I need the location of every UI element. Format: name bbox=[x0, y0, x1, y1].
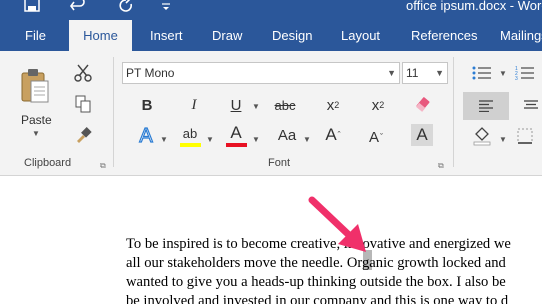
font-color-swatch bbox=[226, 143, 247, 147]
text-effects-button[interactable]: A bbox=[136, 124, 156, 148]
font-size-value: 11 bbox=[406, 66, 419, 80]
tab-references[interactable]: References bbox=[411, 20, 477, 51]
bullets-dropdown-icon[interactable]: ▼ bbox=[499, 69, 507, 78]
grow-font-button[interactable]: Aˆ bbox=[323, 125, 343, 145]
change-case-button[interactable]: Aa bbox=[275, 125, 299, 145]
superscript-label: x bbox=[371, 96, 380, 114]
paste-icon[interactable] bbox=[15, 61, 55, 111]
ribbon: Paste ▼ Clipboard ⧉ PT Mono ▼ 11 ▼ B I U… bbox=[0, 51, 542, 176]
pointer-arrow-icon bbox=[308, 196, 366, 252]
chevron-down-icon: ▼ bbox=[435, 68, 444, 78]
clipboard-group-label: Clipboard bbox=[24, 157, 72, 169]
undo-icon[interactable] bbox=[70, 0, 86, 15]
paste-dropdown-icon[interactable]: ▼ bbox=[32, 129, 40, 138]
font-family-select[interactable]: PT Mono ▼ bbox=[122, 62, 400, 84]
save-icon[interactable] bbox=[24, 0, 40, 15]
align-center-icon[interactable] bbox=[520, 98, 542, 114]
bullets-icon[interactable] bbox=[471, 65, 493, 81]
tab-file[interactable]: File bbox=[25, 20, 46, 51]
numbering-icon[interactable]: 1 2 3 bbox=[514, 65, 536, 81]
document-line[interactable]: wanted to give you a heads-up thinking o… bbox=[126, 274, 506, 291]
shading-icon[interactable] bbox=[470, 125, 494, 147]
group-divider bbox=[453, 57, 454, 167]
subscript-label: x bbox=[326, 96, 335, 114]
copy-icon[interactable] bbox=[72, 94, 94, 114]
underline-dropdown-icon[interactable]: ▼ bbox=[252, 102, 260, 111]
superscript-button[interactable]: x2 bbox=[367, 95, 389, 115]
font-dialog-launcher-icon[interactable]: ⧉ bbox=[438, 161, 444, 171]
redo-icon[interactable] bbox=[118, 0, 134, 15]
underline-button[interactable]: U bbox=[228, 95, 244, 115]
format-painter-icon[interactable] bbox=[72, 125, 94, 145]
highlight-color-swatch bbox=[180, 143, 201, 147]
subscript-button[interactable]: x2 bbox=[322, 95, 344, 115]
tab-home[interactable]: Home bbox=[69, 20, 132, 51]
document-title: office ipsum.docx - Word bbox=[406, 0, 542, 13]
superscript-digit: 2 bbox=[379, 100, 385, 110]
tab-design[interactable]: Design bbox=[272, 20, 312, 51]
ribbon-tabs: File Home Insert Draw Design Layout Refe… bbox=[0, 20, 542, 51]
font-size-select[interactable]: 11 ▼ bbox=[402, 62, 448, 84]
cut-icon[interactable] bbox=[72, 63, 94, 83]
subscript-digit: 2 bbox=[334, 100, 340, 110]
font-family-value: PT Mono bbox=[126, 66, 175, 80]
strikethrough-button[interactable]: abc bbox=[272, 95, 298, 115]
italic-button[interactable]: I bbox=[186, 95, 202, 115]
font-group-label: Font bbox=[268, 157, 291, 169]
chevron-down-icon: ▼ bbox=[387, 68, 396, 78]
tab-draw[interactable]: Draw bbox=[212, 20, 242, 51]
character-shading-button[interactable]: A bbox=[411, 124, 433, 146]
shading-dropdown-icon[interactable]: ▼ bbox=[499, 135, 507, 144]
document-line[interactable]: be involved and invested in our company … bbox=[126, 293, 508, 304]
tab-insert[interactable]: Insert bbox=[150, 20, 183, 51]
clipboard-dialog-launcher-icon[interactable]: ⧉ bbox=[100, 161, 106, 171]
shrink-font-button[interactable]: Aˇ bbox=[366, 127, 386, 147]
text-effects-dropdown-icon[interactable]: ▼ bbox=[160, 135, 168, 144]
highlight-dropdown-icon[interactable]: ▼ bbox=[206, 135, 214, 144]
change-case-dropdown-icon[interactable]: ▼ bbox=[303, 135, 311, 144]
font-color-button[interactable]: A bbox=[226, 123, 246, 143]
tab-mailings[interactable]: Mailings bbox=[500, 20, 542, 51]
customize-qat-icon[interactable] bbox=[161, 2, 171, 16]
borders-icon[interactable] bbox=[514, 127, 536, 145]
bold-button[interactable]: B bbox=[139, 95, 155, 115]
svg-text:3: 3 bbox=[515, 76, 518, 80]
align-left-icon[interactable] bbox=[463, 92, 509, 120]
text-highlight-button[interactable]: ab bbox=[179, 123, 201, 143]
title-bar: office ipsum.docx - Word bbox=[0, 0, 542, 20]
group-divider bbox=[113, 57, 114, 167]
font-color-dropdown-icon[interactable]: ▼ bbox=[252, 135, 260, 144]
clear-formatting-icon[interactable] bbox=[412, 94, 434, 116]
tab-layout[interactable]: Layout bbox=[341, 20, 380, 51]
paste-button[interactable]: Paste bbox=[21, 113, 52, 127]
